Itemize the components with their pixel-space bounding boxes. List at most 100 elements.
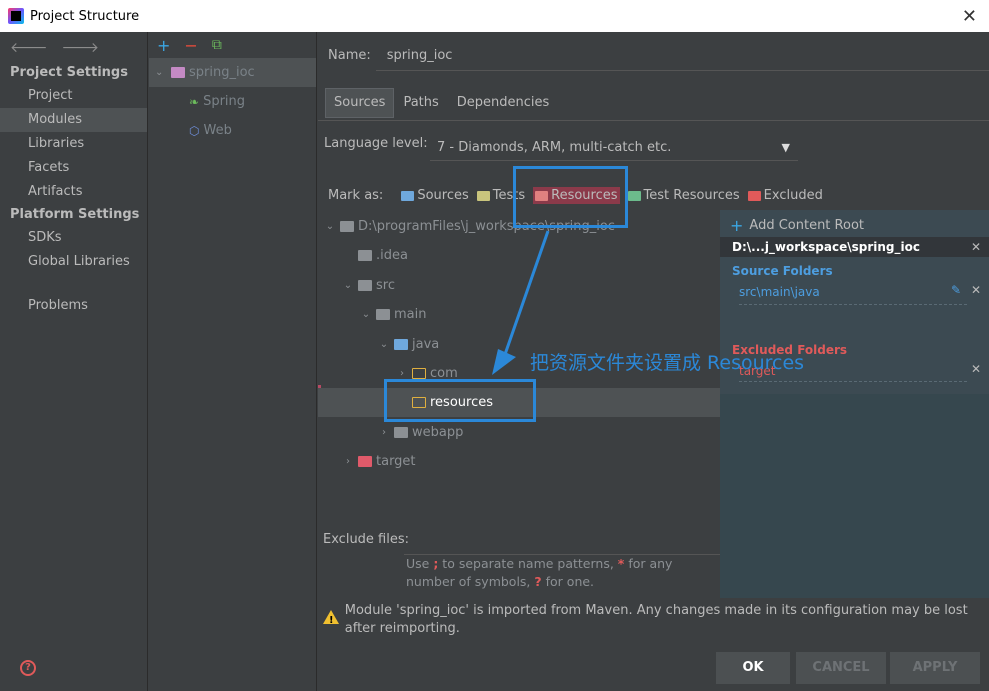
ok-button[interactable]: OK <box>716 652 790 684</box>
tree-label: target <box>376 454 416 469</box>
name-field-underline <box>376 70 989 71</box>
chevron-down-icon: ⌄ <box>343 280 353 291</box>
source-folders-heading: Source Folders <box>732 264 833 278</box>
settings-nav: 🡐 🡒 Project Settings Project Modules Lib… <box>0 32 148 691</box>
exclude-files-label: Exclude files: <box>323 532 410 547</box>
detail-tabs: Sources Paths Dependencies <box>325 88 558 120</box>
tab-sources[interactable]: Sources <box>325 88 395 118</box>
hint-text: for one. <box>541 574 595 589</box>
nav-item-modules[interactable]: Modules <box>0 108 147 132</box>
remove-excluded-icon[interactable]: ✕ <box>971 362 981 376</box>
annotation-box-resources-button <box>513 166 628 228</box>
name-row: Name: spring_ioc <box>328 48 452 63</box>
folder-icon <box>358 280 372 291</box>
hint-text: Use <box>406 556 434 571</box>
window-title: Project Structure <box>30 8 140 24</box>
module-item-spring[interactable]: ❧ Spring <box>149 87 316 116</box>
nav-item-problems[interactable]: Problems <box>0 294 147 318</box>
exclude-hint: Use ; to separate name patterns, * for a… <box>406 555 722 591</box>
warning-icon <box>323 610 339 630</box>
help-icon[interactable]: ? <box>20 660 36 676</box>
root-path-text: D:\...j_workspace\spring_ioc <box>732 240 920 254</box>
source-folder-icon <box>394 339 408 350</box>
apply-button[interactable]: APPLY <box>890 652 980 684</box>
tree-label: src <box>376 278 395 293</box>
spring-leaf-icon: ❧ <box>189 94 200 109</box>
nav-arrows: 🡐 🡒 <box>0 32 147 62</box>
folder-icon <box>376 309 390 320</box>
excluded-folder-icon <box>358 456 372 467</box>
name-label: Name: <box>328 48 371 63</box>
close-icon[interactable]: ✕ <box>962 6 977 27</box>
name-field[interactable]: spring_ioc <box>387 48 453 63</box>
nav-item-facets[interactable]: Facets <box>0 156 147 180</box>
tests-folder-icon <box>476 190 490 201</box>
content-root-path: D:\...j_workspace\spring_ioc ✕ <box>720 237 989 257</box>
language-level-row: Language level: <box>324 136 428 151</box>
mark-label: Test Resources <box>643 188 740 203</box>
test-resources-folder-icon <box>627 190 641 201</box>
folder-icon <box>340 221 354 232</box>
language-level-label: Language level: <box>324 136 428 151</box>
mark-label: Sources <box>417 188 469 203</box>
chevron-down-icon: ⌄ <box>379 339 389 350</box>
tab-paths[interactable]: Paths <box>394 88 447 118</box>
folder-icon <box>358 250 372 261</box>
language-level-select[interactable]: 7 - Diamonds, ARM, multi-catch etc. ▼ <box>430 135 798 161</box>
annotation-text: 把资源文件夹设置成 Resources <box>530 352 805 374</box>
folder-icon <box>394 427 408 438</box>
remove-source-icon[interactable]: ✕ <box>971 283 981 297</box>
chevron-down-icon: ⌄ <box>155 67 164 78</box>
plus-icon: + <box>730 216 744 235</box>
platform-settings-heading: Platform Settings <box>10 207 140 222</box>
tab-dependencies[interactable]: Dependencies <box>448 88 559 118</box>
module-label: spring_ioc <box>189 65 255 80</box>
tree-label: webapp <box>412 425 464 440</box>
web-icon: ⬡ <box>189 123 200 138</box>
title-bar: Project Structure ✕ <box>0 0 989 32</box>
annotation-box-resources-folder <box>384 379 536 422</box>
module-item-spring-ioc[interactable]: ⌄ spring_ioc <box>149 58 316 87</box>
content-root-lower-area <box>720 394 989 598</box>
copy-icon[interactable]: ⧉ <box>212 37 222 53</box>
intellij-app-icon <box>8 8 24 24</box>
module-folder-icon <box>171 67 185 78</box>
facet-label: Spring <box>203 94 246 109</box>
add-content-root-label: Add Content Root <box>749 218 864 233</box>
tree-row-target[interactable]: › target <box>318 447 720 476</box>
edit-pencil-icon[interactable]: ✎ <box>951 283 961 297</box>
mark-sources-button[interactable]: Sources <box>401 188 469 203</box>
tree-row-webapp[interactable]: › webapp <box>318 418 720 447</box>
mark-test-resources-button[interactable]: Test Resources <box>627 188 740 203</box>
nav-item-artifacts[interactable]: Artifacts <box>0 180 147 204</box>
add-icon[interactable]: + <box>157 36 170 55</box>
tree-label: main <box>394 307 427 322</box>
language-level-value: 7 - Diamonds, ARM, multi-catch etc. <box>437 140 672 155</box>
chevron-down-icon: ⌄ <box>325 221 335 232</box>
nav-item-global-libraries[interactable]: Global Libraries <box>0 250 147 274</box>
chevron-right-icon: › <box>400 368 404 379</box>
remove-root-icon[interactable]: ✕ <box>971 237 981 257</box>
tree-label: java <box>412 337 440 352</box>
maven-warning: Module 'spring_ioc' is imported from Mav… <box>323 602 983 638</box>
chevron-right-icon: › <box>382 427 386 438</box>
sources-folder-icon <box>401 190 415 201</box>
tab-divider <box>318 120 989 121</box>
cancel-button[interactable]: CANCEL <box>796 652 886 684</box>
dropdown-arrow-icon: ▼ <box>781 141 790 154</box>
mark-excluded-button[interactable]: Excluded <box>747 188 823 203</box>
back-arrow-icon[interactable]: 🡐 <box>10 39 48 56</box>
add-content-root-button[interactable]: + Add Content Root <box>730 216 864 235</box>
warning-text: Module 'spring_ioc' is imported from Mav… <box>344 603 968 636</box>
nav-item-libraries[interactable]: Libraries <box>0 132 147 156</box>
remove-icon[interactable]: − <box>184 36 197 55</box>
package-folder-icon <box>412 368 426 379</box>
project-settings-heading: Project Settings <box>10 65 128 80</box>
module-item-web[interactable]: ⬡ Web <box>149 116 316 145</box>
forward-arrow-icon[interactable]: 🡒 <box>62 39 100 56</box>
nav-item-sdks[interactable]: SDKs <box>0 226 147 250</box>
hint-symbol: ? <box>534 574 542 589</box>
content-root-panel: + Add Content Root D:\...j_workspace\spr… <box>720 210 989 598</box>
excluded-folder-icon <box>747 190 761 201</box>
nav-item-project[interactable]: Project <box>0 84 147 108</box>
